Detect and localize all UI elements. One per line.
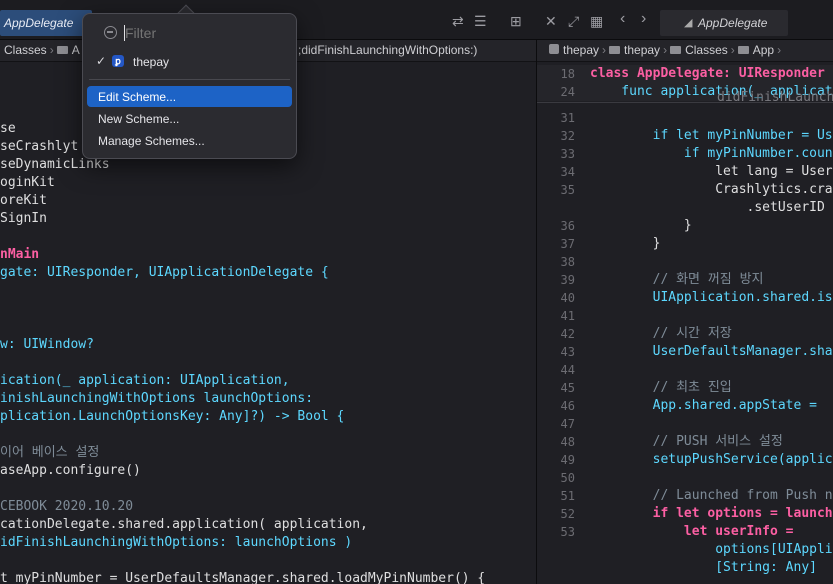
- code-line: plication.LaunchOptionsKey: Any]?) -> Bo…: [0, 409, 345, 424]
- forward-chevron-icon[interactable]: ›: [641, 11, 646, 27]
- scheme-item-thepay[interactable]: ✓ ꝑ thepay: [83, 52, 296, 74]
- grid-icon[interactable]: ▦: [590, 14, 603, 28]
- close-icon[interactable]: ✕: [545, 14, 557, 28]
- back-chevron-icon[interactable]: ‹: [620, 11, 625, 27]
- swap-arrows-icon[interactable]: ⇄: [452, 14, 464, 28]
- breadcrumb-item[interactable]: Classes: [685, 43, 728, 57]
- code-line: seCrashlyt: [0, 139, 79, 154]
- breadcrumb-right: thepay › thepay › Classes › App ›: [537, 40, 833, 62]
- breadcrumb-item[interactable]: thepay: [563, 43, 599, 57]
- filter-icon: [104, 26, 117, 39]
- breadcrumb-item[interactable]: ;didFinishLaunchingWithOptions:): [298, 43, 477, 57]
- folder-icon: [609, 46, 621, 54]
- edit-scheme-menu-item[interactable]: Edit Scheme...: [87, 86, 292, 107]
- filter-input[interactable]: [125, 25, 275, 41]
- code-line: aseApp.configure(): [0, 463, 141, 478]
- code-line: t myPinNumber = UserDefaultsManager.shar…: [0, 571, 486, 584]
- adjust-editor-icon[interactable]: ☰: [474, 14, 487, 28]
- chevron-right-icon: ›: [602, 43, 607, 57]
- code-line: nMain: [0, 247, 40, 262]
- code-line: oginKit: [0, 175, 55, 190]
- checkmark-icon: ✓: [96, 54, 107, 68]
- chevron-right-icon: ›: [730, 43, 735, 57]
- folder-icon: [737, 46, 749, 54]
- code-line: oreKit: [0, 193, 47, 208]
- tab-right-label: AppDelegate: [698, 16, 768, 30]
- filter-row: [83, 20, 296, 46]
- manage-schemes-menu-item[interactable]: Manage Schemes...: [87, 130, 292, 151]
- code-line: ication(_ application: UIApplication,: [0, 373, 290, 388]
- sticky-separator: [537, 102, 833, 103]
- code-line: SignIn: [0, 211, 47, 226]
- code-line: w: UIWindow?: [0, 337, 94, 352]
- scheme-label: thepay: [133, 55, 170, 69]
- menu-separator: [89, 79, 290, 80]
- new-scheme-menu-item[interactable]: New Scheme...: [87, 108, 292, 129]
- project-icon: [549, 44, 559, 54]
- code-line: se: [0, 121, 16, 136]
- breadcrumb-item[interactable]: App: [753, 43, 774, 57]
- chevron-right-icon: ›: [663, 43, 668, 57]
- app-target-icon: ꝑ: [112, 55, 124, 67]
- tab-appdelegate-left[interactable]: AppDelegate: [0, 10, 92, 36]
- code-line: cationDelegate.shared.application( appli…: [0, 517, 368, 532]
- code-line: gate: UIResponder, UIApplicationDelegate…: [0, 265, 329, 280]
- breadcrumb-item[interactable]: A: [72, 43, 80, 57]
- swift-file-icon: ◢: [684, 17, 693, 29]
- sticky-header-line: 18 class AppDelegate: UIResponder: [537, 65, 833, 83]
- add-editor-icon[interactable]: ⊞: [510, 14, 522, 28]
- folder-icon: [670, 46, 682, 54]
- code-line: 이어 베이스 설정: [0, 445, 100, 460]
- chevron-right-icon: ›: [49, 43, 54, 57]
- folder-icon: [56, 46, 68, 54]
- sticky-overflow-text: didFinishLaunching: [717, 90, 833, 101]
- code-line: idFinishLaunchingWithOptions: launchOpti…: [0, 535, 353, 550]
- code-line: inishLaunchingWithOptions launchOptions:: [0, 391, 314, 406]
- expand-icon[interactable]: ⤢: [568, 14, 579, 28]
- breadcrumb-item[interactable]: thepay: [624, 43, 660, 57]
- code-editor-right[interactable]: 18 class AppDelegate: UIResponder 24 fun…: [537, 62, 833, 584]
- breadcrumb-item[interactable]: Classes: [4, 43, 47, 57]
- chevron-right-icon: ›: [777, 43, 782, 57]
- scheme-popup: ✓ ꝑ thepay Edit Scheme... New Scheme... …: [82, 13, 297, 159]
- tab-appdelegate-right[interactable]: ◢ AppDelegate: [660, 10, 788, 36]
- code-line: CEBOOK 2020.10.20: [0, 499, 134, 514]
